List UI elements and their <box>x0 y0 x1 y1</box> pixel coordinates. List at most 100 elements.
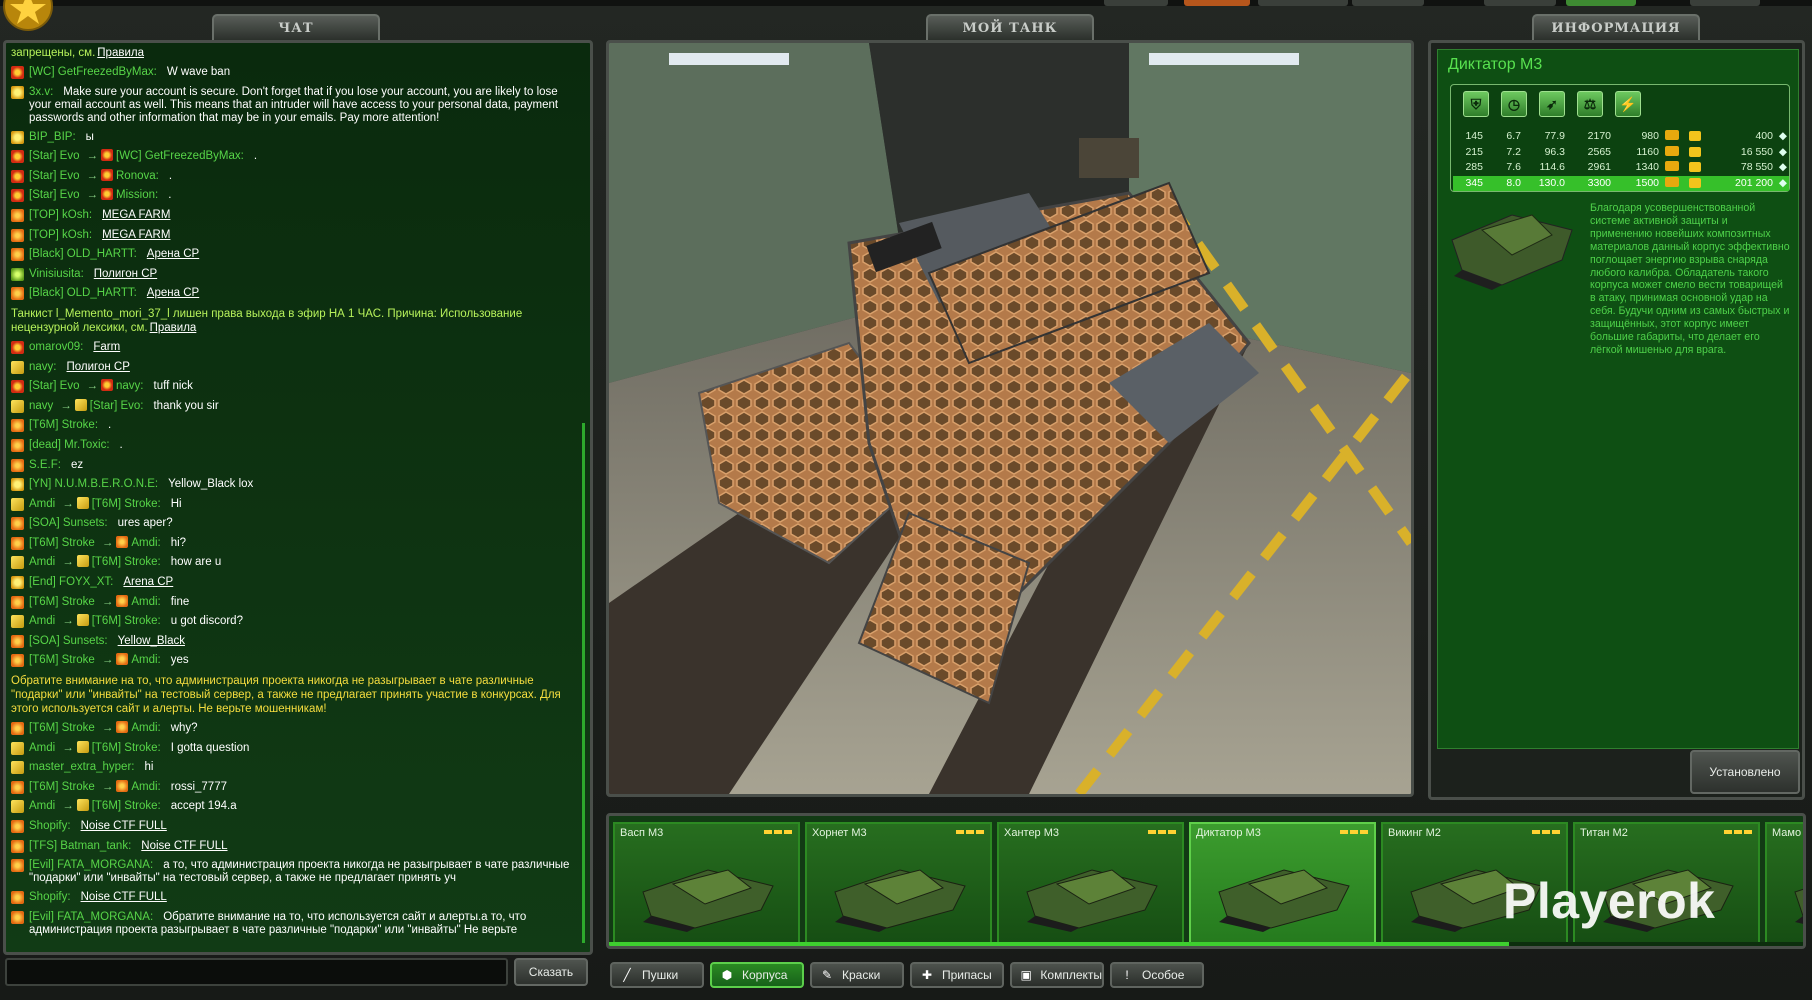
tab-my-tank[interactable]: МОЙ ТАНК <box>926 14 1094 40</box>
chat-nick[interactable]: [T6M] Stroke <box>29 654 95 666</box>
tank-card[interactable]: Васп M3 <box>613 822 800 945</box>
chat-nick[interactable]: [TOP] kOsh: <box>29 229 92 241</box>
system-message-link[interactable]: Правила <box>150 322 197 334</box>
chat-nick[interactable]: [Star] Evo <box>29 380 80 392</box>
chat-nick[interactable]: [Star] Evo <box>29 170 80 182</box>
chat-nick[interactable]: 3x.v: <box>29 86 53 98</box>
battle-link[interactable]: Арена CP <box>147 287 199 299</box>
chat-nick[interactable]: master_extra_hyper: <box>29 761 134 773</box>
chat-nick[interactable]: [SOA] Sunsets: <box>29 635 108 647</box>
tab-special[interactable]: ! Особое <box>1110 962 1204 988</box>
chat-nick[interactable]: [TFS] Batman_tank: <box>29 840 131 852</box>
system-message-link[interactable]: Правила <box>97 47 144 59</box>
tank-card[interactable]: Диктатор M3 <box>1189 822 1376 945</box>
chat-nick[interactable]: [YN] N.U.M.B.E.R.O.N.E: <box>29 478 158 490</box>
tank-card[interactable]: Мамо <box>1765 822 1803 945</box>
chat-nick[interactable]: omarov09: <box>29 341 83 353</box>
chat-recipient[interactable]: [T6M] Stroke: <box>92 800 161 812</box>
chat-nick[interactable]: [dead] Mr.Toxic: <box>29 439 110 451</box>
top-menu-button[interactable] <box>1690 0 1760 6</box>
chat-nick[interactable]: navy <box>29 400 53 412</box>
chat-nick[interactable]: Shopify: <box>29 820 71 832</box>
say-button[interactable]: Сказать <box>514 958 588 986</box>
chat-recipient[interactable]: Amdi: <box>131 596 160 608</box>
chat-nick[interactable]: [Evil] FATA_MORGANA: <box>29 911 153 923</box>
chat-nick[interactable]: [Black] OLD_HARTT: <box>29 248 137 260</box>
tab-information[interactable]: ИНФОРМАЦИЯ <box>1532 14 1700 40</box>
top-menu-button[interactable] <box>1566 0 1636 6</box>
battle-link[interactable]: Arena CP <box>123 576 173 588</box>
tab-kits[interactable]: ▣ Комплекты <box>1010 962 1104 988</box>
chat-scrollbar[interactable] <box>582 423 585 943</box>
chat-nick[interactable]: [WC] GetFreezedByMax: <box>29 66 157 78</box>
chat-nick[interactable]: [Star] Evo <box>29 189 80 201</box>
battle-link[interactable]: Полигон CP <box>67 361 130 373</box>
top-menu-button[interactable] <box>1352 0 1424 6</box>
chat-recipient[interactable]: Amdi: <box>131 537 160 549</box>
chat-nick[interactable]: [Evil] FATA_MORGANA: <box>29 859 153 871</box>
tab-supplies[interactable]: ✚ Припасы <box>910 962 1004 988</box>
chat-nick[interactable]: Amdi <box>29 498 55 510</box>
chat-recipient[interactable]: [T6M] Stroke: <box>92 615 161 627</box>
chat-nick[interactable]: [T6M] Stroke <box>29 781 95 793</box>
chat-recipient[interactable]: [T6M] Stroke: <box>92 556 161 568</box>
chat-nick[interactable]: navy: <box>29 361 57 373</box>
tab-gun[interactable]: ╱ Пушки <box>610 962 704 988</box>
chat-recipient[interactable]: Amdi: <box>131 722 160 734</box>
tab-hull[interactable]: ⬢ Корпуса <box>710 962 804 988</box>
chat-nick[interactable]: [SOA] Sunsets: <box>29 517 108 529</box>
chat-recipient[interactable]: Mission: <box>116 189 158 201</box>
tank-preview-viewport[interactable] <box>606 40 1414 797</box>
chat-recipient[interactable]: Ronova: <box>116 170 159 182</box>
chat-nick[interactable]: Shopify: <box>29 891 71 903</box>
carousel-scroll-thumb[interactable] <box>609 942 1509 946</box>
chat-recipient[interactable]: Amdi: <box>131 781 160 793</box>
rank-star-icon[interactable] <box>0 0 56 34</box>
chat-recipient[interactable]: navy: <box>116 380 144 392</box>
battle-link[interactable]: Noise CTF FULL <box>81 820 167 832</box>
chat-nick[interactable]: [End] FOYX_XT: <box>29 576 113 588</box>
chat-nick[interactable]: Amdi <box>29 556 55 568</box>
chat-nick[interactable]: [Black] OLD_HARTT: <box>29 287 137 299</box>
chat-nick[interactable]: Vinisiusita: <box>29 268 84 280</box>
chat-nick[interactable]: S.E.F: <box>29 459 61 471</box>
tab-chat[interactable]: ЧАТ <box>212 14 380 40</box>
chat-nick[interactable]: [TOP] kOsh: <box>29 209 92 221</box>
battle-link[interactable]: Yellow_Black <box>118 635 185 647</box>
battle-link[interactable]: Полигон CP <box>94 268 157 280</box>
stats-row[interactable]: 345 8.0 130.0 3300 1500 201 200 ◆ <box>1453 175 1789 191</box>
installed-button[interactable]: Установлено <box>1690 750 1800 794</box>
battle-link[interactable]: MEGA FARM <box>102 229 170 241</box>
chat-recipient[interactable]: Amdi: <box>131 654 160 666</box>
top-menu-button[interactable] <box>1484 0 1556 6</box>
chat-recipient[interactable]: [T6M] Stroke: <box>92 742 161 754</box>
chat-nick[interactable]: Amdi <box>29 742 55 754</box>
chat-input[interactable] <box>5 958 508 986</box>
chat-nick[interactable]: BIP_BIP: <box>29 131 76 143</box>
chat-nick[interactable]: [T6M] Stroke <box>29 596 95 608</box>
chat-recipient[interactable]: [T6M] Stroke: <box>92 498 161 510</box>
chat-nick[interactable]: [Star] Evo <box>29 150 80 162</box>
battle-link[interactable]: Арена CP <box>147 248 199 260</box>
battle-link[interactable]: Noise CTF FULL <box>141 840 227 852</box>
battle-link[interactable]: MEGA FARM <box>102 209 170 221</box>
stats-row[interactable]: 215 7.2 96.3 2565 1160 16 550 ◆ <box>1453 145 1789 160</box>
stats-row[interactable]: 145 6.7 77.9 2170 980 400 ◆ <box>1453 129 1789 144</box>
stats-row[interactable]: 285 7.6 114.6 2961 1340 78 550 ◆ <box>1453 160 1789 175</box>
chat-nick[interactable]: Amdi <box>29 615 55 627</box>
top-menu-button[interactable] <box>1258 0 1348 6</box>
battle-link[interactable]: Farm <box>93 341 120 353</box>
tab-paint[interactable]: ✎ Краски <box>810 962 904 988</box>
chat-recipient[interactable]: [Star] Evo: <box>90 400 144 412</box>
chat-nick[interactable]: [T6M] Stroke <box>29 537 95 549</box>
tank-card[interactable]: Хорнет M3 <box>805 822 992 945</box>
carousel-scrollbar[interactable] <box>609 942 1803 946</box>
chat-recipient[interactable]: [WC] GetFreezedByMax: <box>116 150 244 162</box>
top-menu-button[interactable] <box>1104 0 1168 6</box>
tank-card[interactable]: Хантер M3 <box>997 822 1184 945</box>
chat-nick[interactable]: [T6M] Stroke: <box>29 419 98 431</box>
chat-nick[interactable]: [T6M] Stroke <box>29 722 95 734</box>
top-menu-button-active[interactable] <box>1184 0 1250 6</box>
battle-link[interactable]: Noise CTF FULL <box>81 891 167 903</box>
chat-nick[interactable]: Amdi <box>29 800 55 812</box>
